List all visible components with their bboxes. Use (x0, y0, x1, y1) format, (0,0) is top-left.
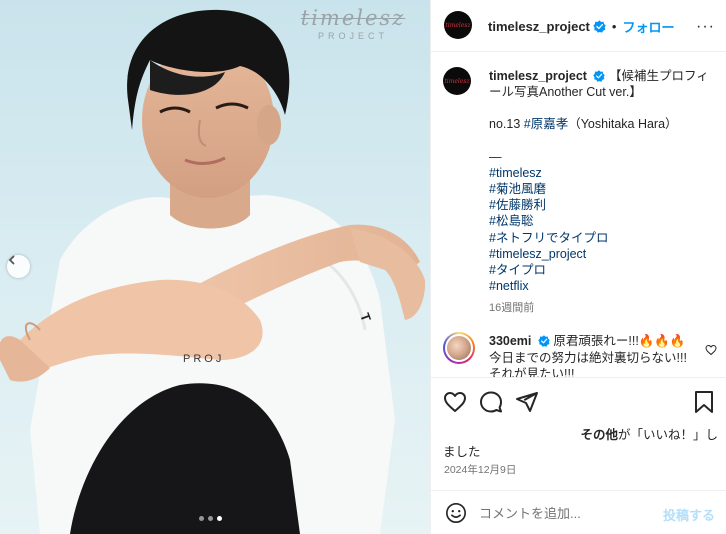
shirt-print-text: PROJ (183, 353, 224, 365)
post-date[interactable]: 2024年12月9日 (444, 462, 516, 477)
avatar-logo-text: timelesz (444, 77, 470, 85)
hashtag-link[interactable]: #netflix (489, 278, 721, 294)
post-photo[interactable]: PROJ T timelesz PROJECT (0, 0, 430, 534)
likes-summary: その他が「いいね！」し ました (443, 427, 718, 461)
verified-badge-icon (593, 20, 606, 33)
share-send-icon[interactable] (515, 390, 539, 414)
hashtag-link[interactable]: #ネトフリでタイプロ (489, 230, 721, 246)
caption-dash: — (489, 149, 502, 164)
chevron-left-icon (8, 255, 15, 265)
comment-text-line: それが見たい!!! (489, 367, 575, 377)
carousel-dot (199, 516, 204, 521)
watermark: timelesz PROJECT (278, 6, 428, 41)
account-avatar[interactable]: timelesz (444, 11, 472, 39)
hashtag-link[interactable]: #timelesz (489, 165, 721, 181)
header-username[interactable]: timelesz_project (488, 19, 590, 34)
hashtag-link[interactable]: #佐藤勝利 (489, 197, 721, 213)
comments-section[interactable]: timelesz timelesz_project 【候補生プロフィール写真An… (431, 53, 726, 377)
likes-text: が「いいね！」し (617, 428, 718, 442)
caption-avatar[interactable]: timelesz (443, 67, 471, 95)
carousel-dot-active (217, 516, 222, 521)
save-bookmark-icon[interactable] (693, 390, 715, 414)
member-romaji: （Yoshitaka Hara） (568, 117, 678, 132)
comment-text-line: 今日までの努力は絶対裏切らない!!! (489, 350, 687, 365)
member-hashtag[interactable]: #原嘉孝 (524, 117, 568, 131)
avatar-logo-text: timelesz (445, 21, 471, 29)
comment-like-heart-icon[interactable] (705, 344, 717, 356)
commenter-username[interactable]: 330emi (489, 334, 531, 348)
post-comment-button[interactable]: 投稿する (663, 505, 715, 524)
carousel-indicator (199, 516, 222, 521)
watermark-title: timelesz (300, 6, 406, 30)
post-side-panel: timelesz timelesz_project • フォロー ··· tim… (430, 0, 726, 534)
comment-text-line: 原君頑張れー!!!🔥🔥🔥 (553, 334, 686, 348)
caption-member-line: no.13 #原嘉孝（Yoshitaka Hara） (489, 116, 721, 132)
comment-bubble-icon[interactable] (479, 390, 503, 414)
caption-username[interactable]: timelesz_project (489, 69, 587, 83)
watermark-subtitle: PROJECT (317, 31, 388, 41)
emoji-icon[interactable] (445, 502, 467, 524)
post-caption: timelesz_project 【候補生プロフィール写真Another Cut… (489, 68, 721, 317)
hashtag-link[interactable]: #菊池風磨 (489, 181, 721, 197)
comment-input[interactable] (479, 503, 659, 523)
hashtag-link[interactable]: #timelesz_project (489, 246, 721, 262)
add-comment-bar: 投稿する (431, 490, 726, 534)
verified-badge-icon (593, 70, 606, 82)
header-separator: • (611, 19, 617, 34)
member-number: no.13 (489, 117, 521, 132)
like-heart-icon[interactable] (443, 390, 467, 414)
carousel-dot (208, 516, 213, 521)
hashtag-link[interactable]: #松島聡 (489, 213, 721, 229)
commenter-avatar[interactable] (443, 332, 475, 364)
likes-text-end: ました (443, 445, 481, 459)
caption-time-ago[interactable]: 16週間前 (489, 300, 721, 316)
photo-illustration: PROJ T (0, 9, 426, 534)
more-options-icon[interactable]: ··· (696, 18, 715, 36)
carousel-prev-button[interactable] (7, 255, 30, 278)
post-actions-bar (431, 377, 726, 425)
post-header: timelesz timelesz_project • フォロー ··· (431, 0, 726, 52)
follow-button[interactable]: フォロー (622, 17, 674, 36)
verified-badge-icon (538, 335, 550, 347)
hashtag-link[interactable]: #タイプロ (489, 262, 721, 278)
likes-others-link[interactable]: その他 (580, 428, 618, 442)
